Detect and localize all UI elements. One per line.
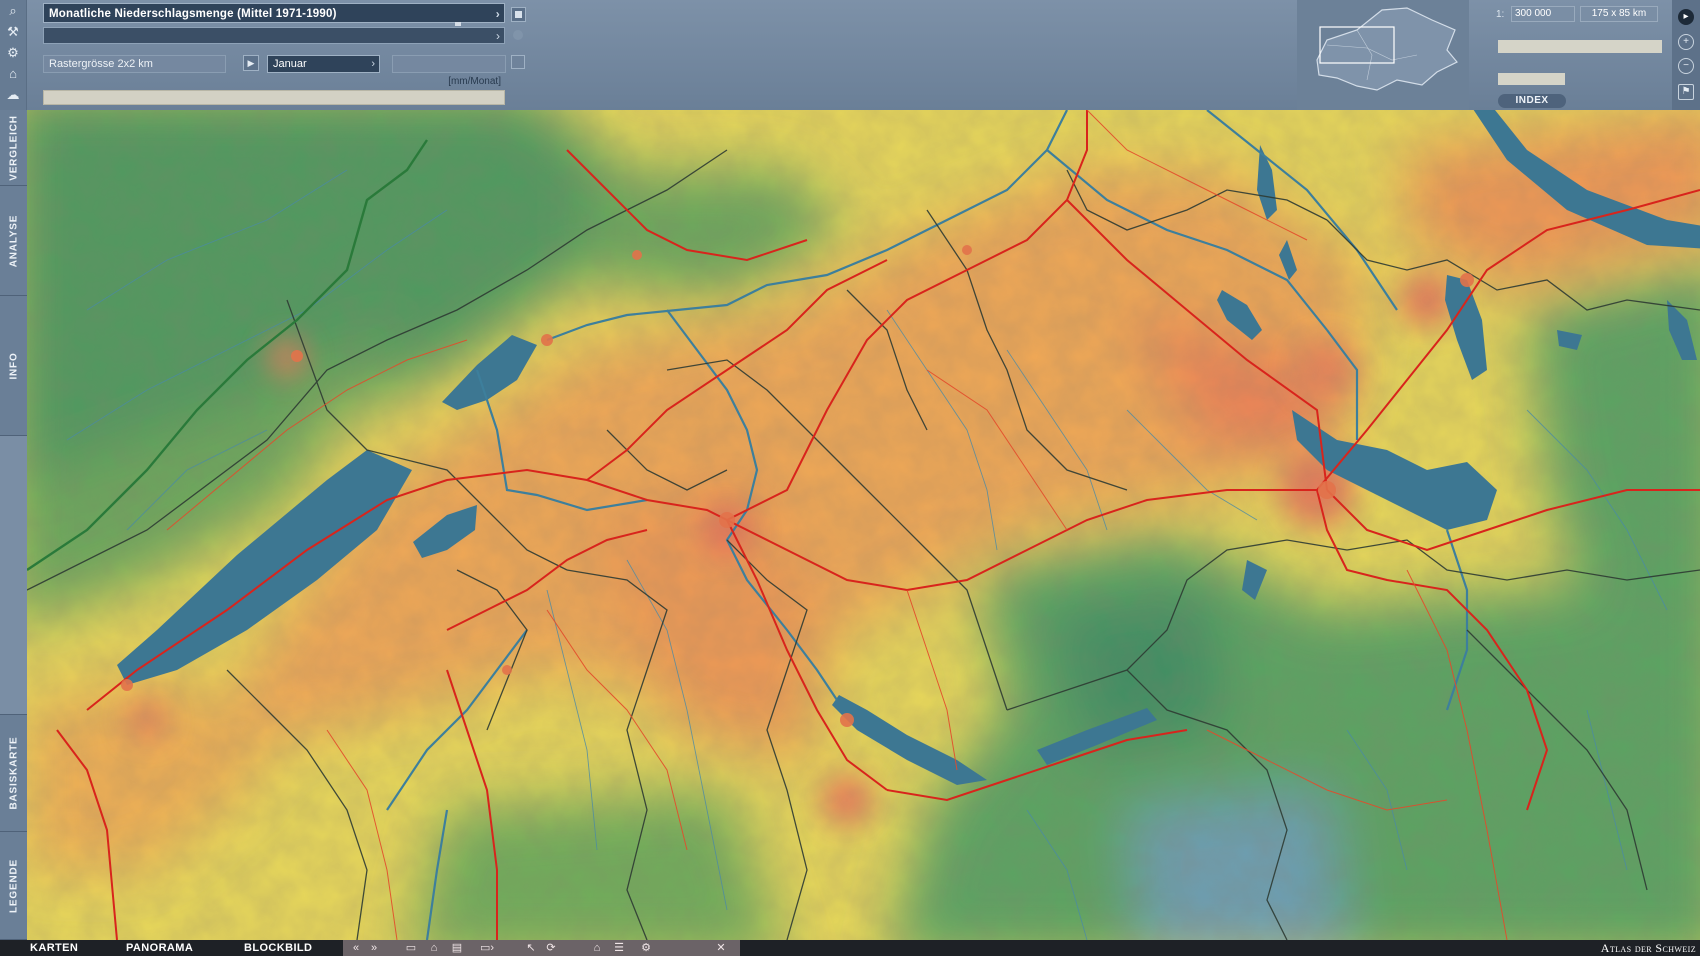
tab-info[interactable]: INFO	[0, 296, 27, 436]
side-tabs: VERGLEICH ANALYSE INFO BASISKARTE LEGEND…	[0, 110, 27, 940]
chart-button[interactable]	[511, 55, 525, 69]
slider-handle[interactable]	[455, 22, 461, 26]
tools-icon[interactable]: ⚒	[4, 24, 22, 40]
map-toolbar: « » ▭ ⌂ ▤ ▭› ↖ ⟳ ⌂ ☰ ⚙ ✕	[343, 940, 740, 956]
raster-size-label: Rastergrösse 2x2 km	[49, 58, 153, 70]
tab-analyse[interactable]: ANALYSE	[0, 186, 27, 296]
bottom-bar: KARTEN PANORAMA BLOCKBILD « » ▭ ⌂ ▤ ▭› ↖…	[0, 940, 1700, 956]
map-theme-select[interactable]: Monatliche Niederschlagsmenge (Mittel 19…	[43, 3, 505, 23]
chevron-right-icon: ›	[371, 58, 375, 70]
city-zug	[1460, 273, 1474, 287]
legend-color-bar	[43, 90, 505, 105]
scale-input[interactable]: 300 000	[1511, 6, 1575, 22]
tab-blockbild[interactable]: BLOCKBILD	[244, 940, 312, 956]
list-icon[interactable]: ☰	[611, 940, 627, 956]
magnifier-icon[interactable]: ⌕	[4, 3, 22, 19]
unit-label: [mm/Monat]	[448, 76, 501, 87]
city-biel	[541, 334, 553, 346]
zoom-in-icon[interactable]: +	[1678, 34, 1694, 50]
city-yverdon	[121, 679, 133, 691]
flag-icon[interactable]: ⚑	[1678, 84, 1694, 100]
rotate-icon[interactable]: ⟳	[543, 940, 559, 956]
settings-icon[interactable]: ⚙	[4, 45, 22, 61]
right-toolbar: ▸ + − ⚑	[1672, 0, 1700, 110]
value-field[interactable]	[392, 55, 506, 73]
arrow-cursor-icon[interactable]: ▸	[1678, 9, 1694, 25]
index-button[interactable]: INDEX	[1498, 94, 1566, 108]
scale-bar	[1498, 40, 1662, 53]
back-button[interactable]: «	[348, 940, 364, 956]
tab-karten[interactable]: KARTEN	[30, 940, 78, 956]
main-map[interactable]	[27, 110, 1700, 940]
city-luzern	[1318, 481, 1336, 499]
export-icon[interactable]: ▭›	[475, 940, 499, 956]
home-icon[interactable]: ⌂	[589, 940, 605, 956]
play-button[interactable]: ▶	[243, 55, 259, 71]
scale-prefix: 1:	[1496, 9, 1505, 20]
tab-legende[interactable]: LEGENDE	[0, 832, 27, 940]
close-icon[interactable]: ✕	[713, 940, 729, 956]
scale-panel: 1: 300 000 175 x 85 km INDEX	[1478, 0, 1672, 110]
printer-icon[interactable]: ▤	[449, 940, 465, 956]
map-title: Monatliche Niederschlagsmenge (Mittel 19…	[49, 8, 337, 20]
pointer-icon[interactable]: ↖	[523, 940, 539, 956]
extent-readout: 175 x 85 km	[1580, 6, 1658, 22]
tab-panorama[interactable]: PANORAMA	[126, 940, 193, 956]
city-bern	[719, 512, 735, 528]
tab-basiskarte[interactable]: BASISKARTE	[0, 714, 27, 832]
lock-icon[interactable]: ⌂	[426, 940, 442, 956]
museum-icon[interactable]: ⌂	[4, 66, 22, 82]
left-toolbar: ⌕ ⚒ ⚙ ⌂ ☁	[0, 0, 27, 110]
chevron-right-icon: ›	[495, 7, 500, 21]
forward-button[interactable]: »	[366, 940, 382, 956]
month-select[interactable]: Januar ›	[267, 55, 380, 73]
subtheme-select[interactable]: ›	[43, 27, 505, 44]
atlas-logo: Atlas der Schweiz	[1600, 941, 1696, 955]
toggle-button[interactable]	[511, 7, 526, 22]
tab-vergleich[interactable]: VERGLEICH	[0, 110, 27, 186]
info-dot-icon[interactable]	[513, 30, 523, 40]
chevron-right-icon: ›	[496, 29, 500, 43]
scale-bar-short	[1498, 73, 1565, 85]
raster-size-field[interactable]: Rastergrösse 2x2 km	[43, 55, 226, 73]
month-value: Januar	[273, 58, 307, 70]
cloud-icon[interactable]: ☁	[4, 87, 22, 103]
top-panel: ⌕ ⚒ ⚙ ⌂ ☁ Monatliche Niederschlagsmenge …	[0, 0, 1700, 110]
zoom-out-icon[interactable]: −	[1678, 58, 1694, 74]
city-la-chaux-de-fonds	[291, 350, 303, 362]
overview-map[interactable]	[1297, 0, 1469, 110]
city-thun	[840, 713, 854, 727]
print-icon[interactable]: ▭	[403, 940, 419, 956]
settings-icon[interactable]: ⚙	[635, 940, 657, 956]
